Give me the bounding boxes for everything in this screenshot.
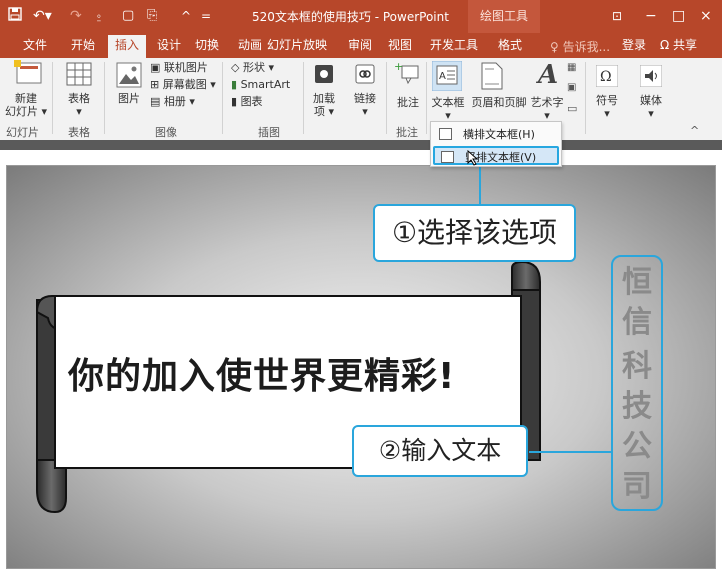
callout-connectors xyxy=(479,167,612,453)
mouse-cursor-icon xyxy=(467,150,479,166)
textbox-dropdown-menu: 横排文本框(H) 竖排文本框(V) xyxy=(430,121,562,167)
vertical-textbox-icon xyxy=(441,151,454,163)
menu-item-horizontal-textbox[interactable]: 横排文本框(H) xyxy=(433,125,559,144)
horizontal-textbox-icon xyxy=(439,128,452,140)
menu-item-vertical-textbox[interactable]: 竖排文本框(V) xyxy=(433,146,559,165)
